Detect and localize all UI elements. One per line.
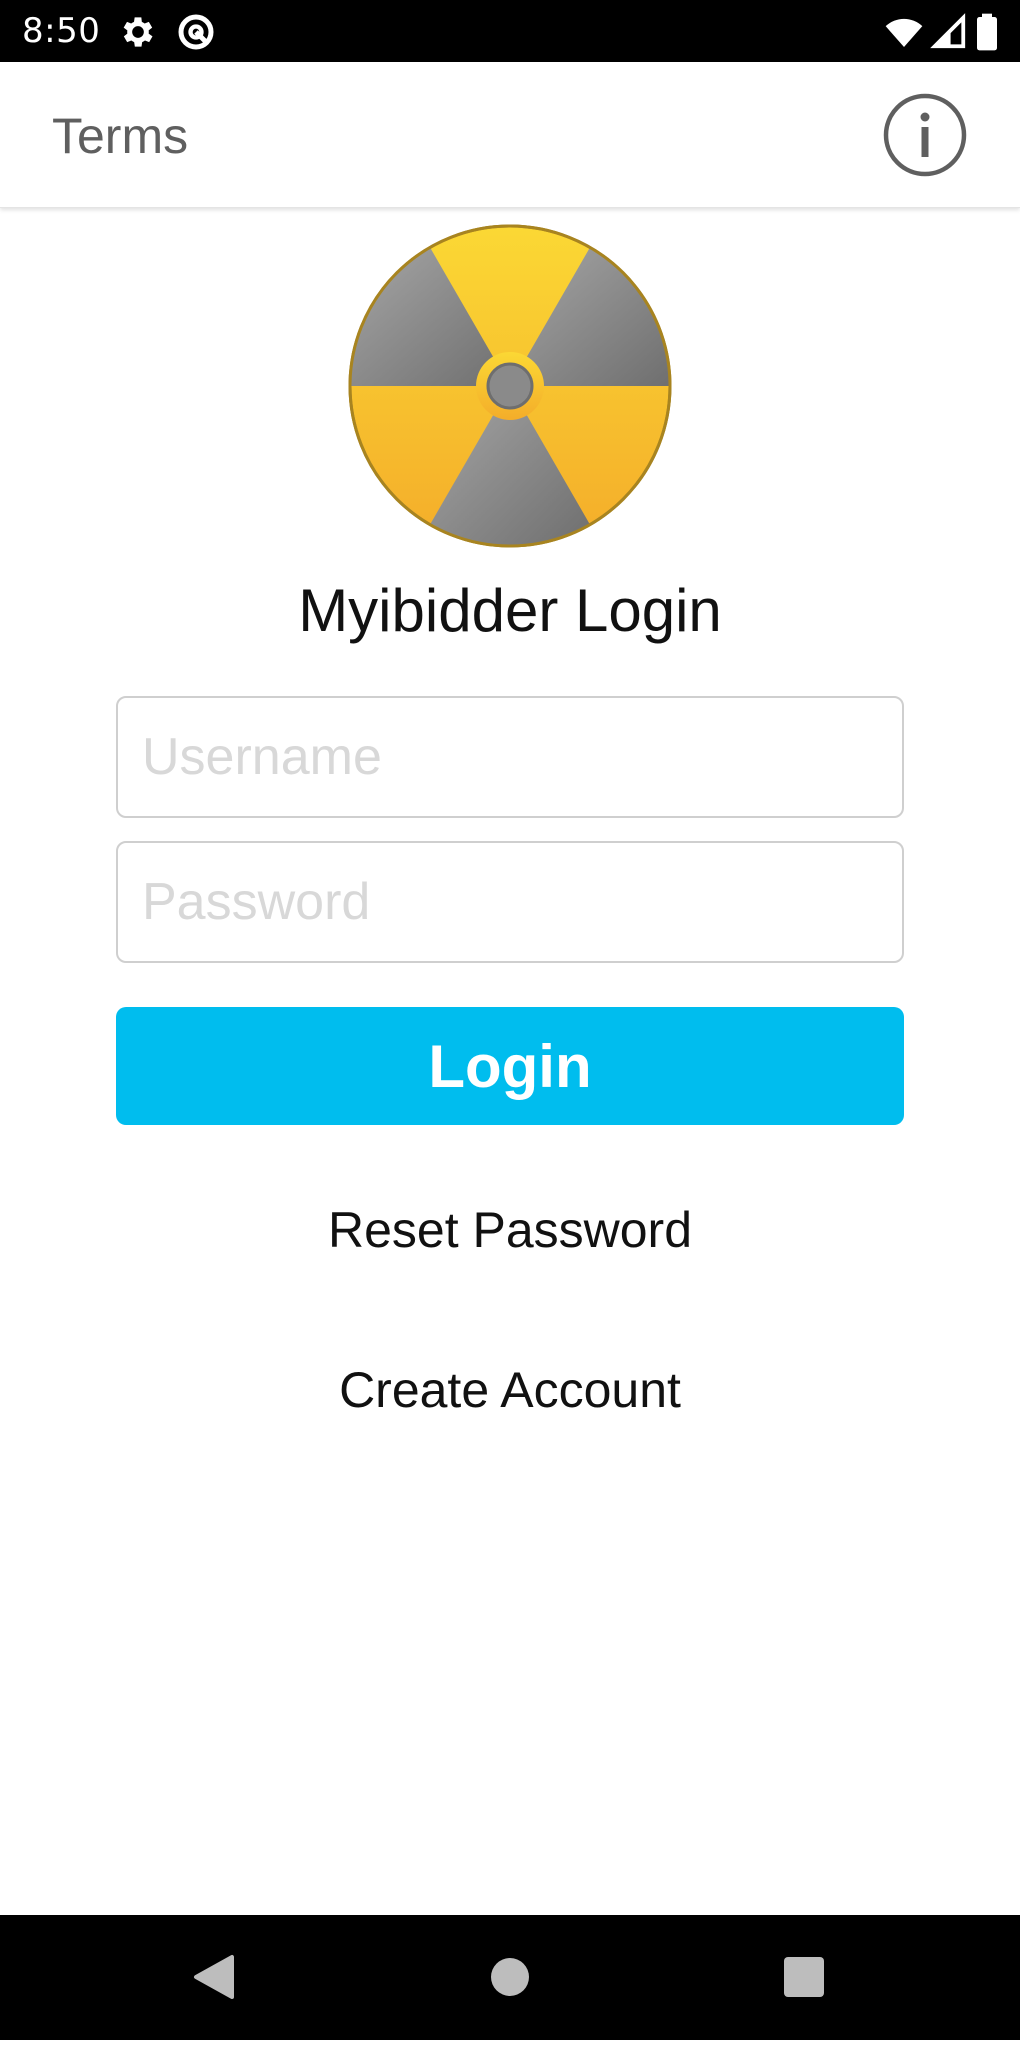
at-sign-icon bbox=[178, 14, 214, 50]
info-button[interactable] bbox=[882, 92, 968, 178]
username-input[interactable] bbox=[118, 698, 902, 816]
page-title: Myibidder Login bbox=[298, 577, 722, 644]
back-icon bbox=[194, 1955, 234, 1999]
signal-icon bbox=[930, 13, 966, 49]
settings-gear-icon bbox=[123, 17, 153, 47]
username-field bbox=[116, 696, 904, 818]
login-button[interactable]: Login bbox=[116, 1007, 904, 1125]
create-account-link[interactable]: Create Account bbox=[0, 1360, 1020, 1420]
password-input[interactable] bbox=[118, 843, 902, 961]
reset-password-link[interactable]: Reset Password bbox=[0, 1200, 1020, 1260]
wifi-icon bbox=[885, 18, 923, 47]
password-field bbox=[116, 841, 904, 963]
app-bar: Terms bbox=[0, 62, 1020, 208]
back-button[interactable] bbox=[154, 1915, 274, 2040]
home-button[interactable] bbox=[450, 1915, 570, 2040]
home-icon bbox=[491, 1958, 529, 1996]
terms-link[interactable]: Terms bbox=[52, 106, 188, 166]
navigation-bar bbox=[0, 1915, 1020, 2040]
status-bar: 8:50 bbox=[0, 0, 1020, 62]
radiation-logo-icon bbox=[348, 224, 672, 548]
info-icon bbox=[883, 93, 967, 177]
recents-icon bbox=[784, 1957, 824, 1997]
status-time: 8:50 bbox=[22, 11, 101, 51]
battery-icon bbox=[977, 13, 997, 51]
recents-button[interactable] bbox=[744, 1915, 864, 2040]
